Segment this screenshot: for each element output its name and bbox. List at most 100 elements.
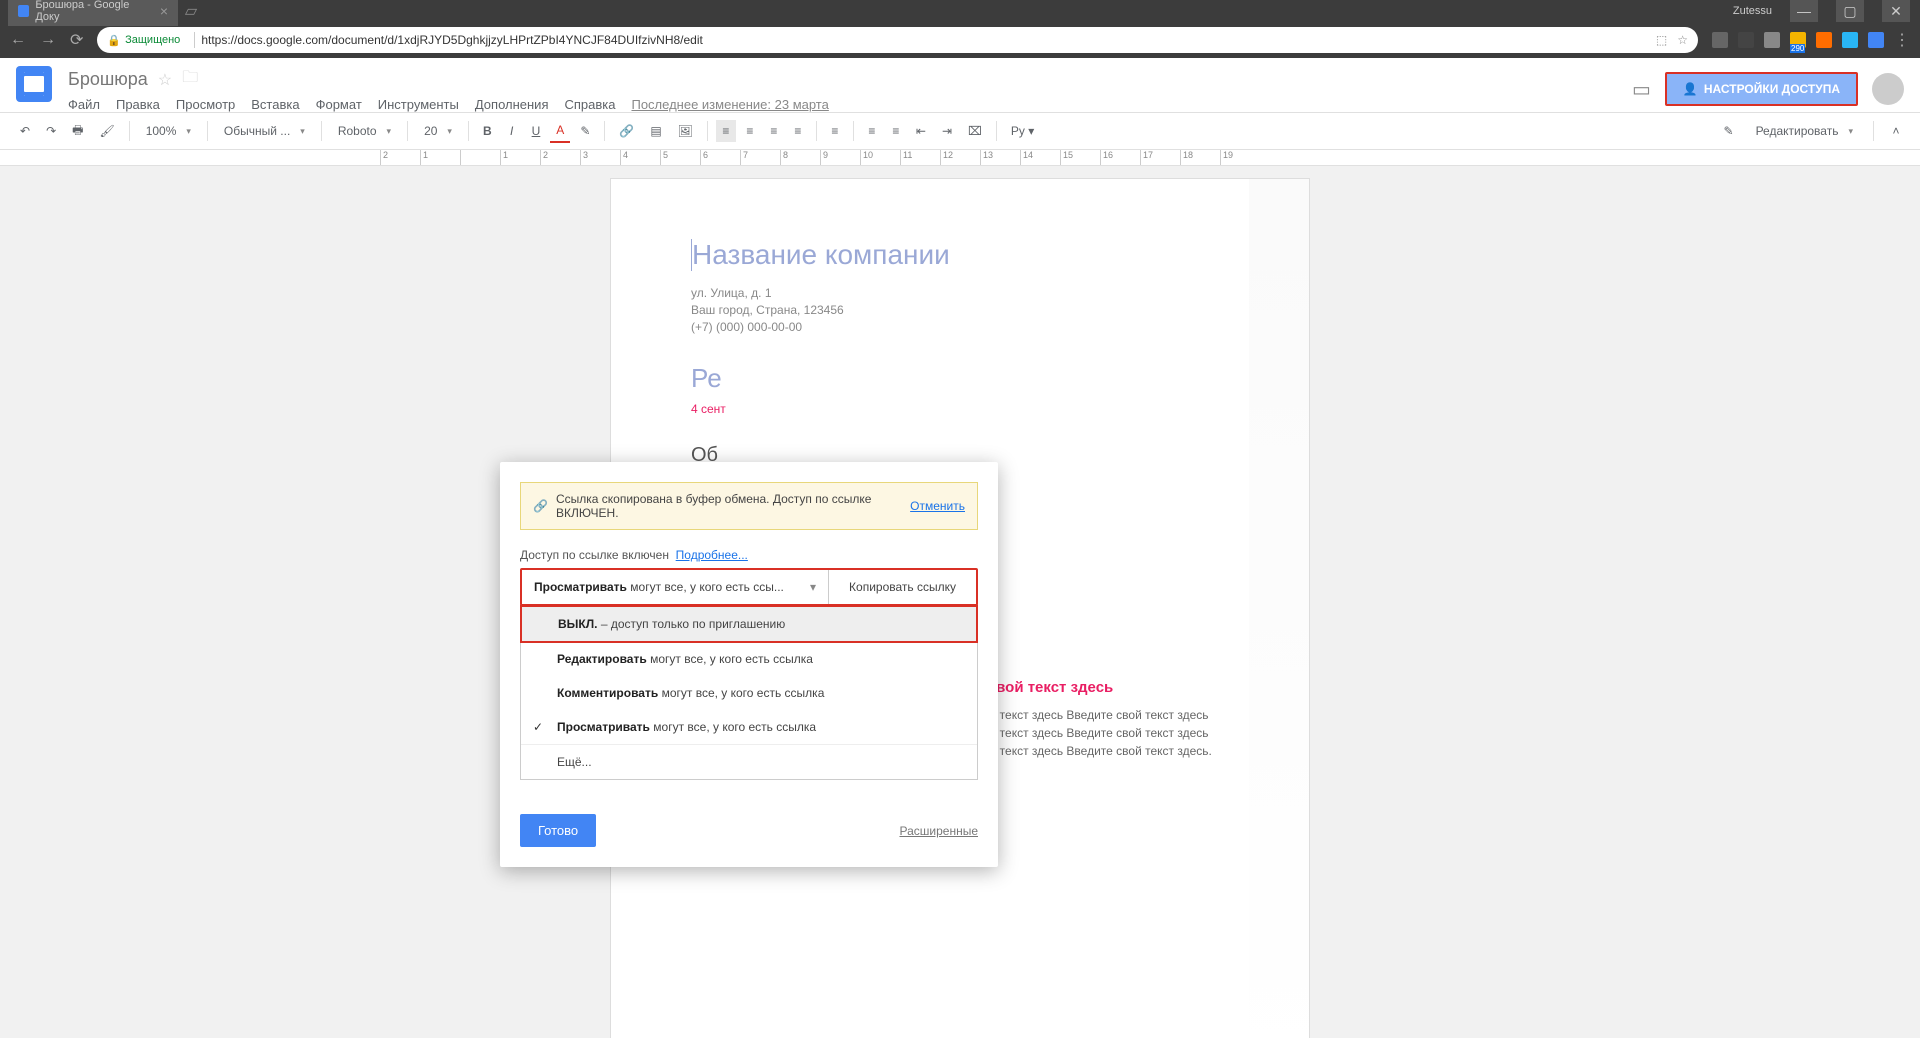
ext-rss-icon[interactable] — [1816, 32, 1832, 48]
collapse-toolbar-icon[interactable]: ˄ — [1886, 120, 1906, 142]
input-tools-icon[interactable]: Ру ▾ — [1005, 120, 1040, 142]
share-modal: 🔗 Ссылка скопирована в буфер обмена. Дос… — [500, 462, 998, 867]
option-off[interactable]: ВЫКЛ. – доступ только по приглашению — [520, 605, 978, 643]
undo-link[interactable]: Отменить — [910, 499, 965, 513]
text-color-icon[interactable]: A — [550, 119, 570, 143]
numbered-list-icon[interactable]: ≡ — [862, 120, 882, 142]
tab-bar: Брошюра - Google Доку × ▱ Zutessu — ▢ ✕ — [0, 0, 1920, 22]
last-edit-label[interactable]: Последнее изменение: 23 марта — [631, 97, 828, 112]
extension-icons: 290 ⋮ — [1712, 30, 1910, 50]
document-canvas[interactable]: 2112345678910111213141516171819 Название… — [0, 150, 1920, 1038]
move-folder-icon[interactable]: 🗀 — [182, 66, 198, 93]
align-justify-icon[interactable]: ≡ — [788, 120, 808, 142]
ext-icon-1[interactable] — [1712, 32, 1728, 48]
bookmark-star-icon[interactable]: ☆ — [1677, 33, 1688, 47]
decrease-indent-icon[interactable]: ⇤ — [910, 120, 932, 142]
underline-icon[interactable]: U — [526, 120, 547, 142]
option-comment[interactable]: Комментировать могут все, у кого есть сс… — [521, 676, 977, 710]
font-select[interactable]: Roboto — [330, 120, 399, 142]
ext-icon-3[interactable] — [1764, 32, 1780, 48]
style-select[interactable]: Обычный ... — [216, 120, 313, 142]
browser-chrome: Брошюра - Google Доку × ▱ Zutessu — ▢ ✕ … — [0, 0, 1920, 58]
account-avatar[interactable] — [1872, 73, 1904, 105]
access-level-select[interactable]: Просматривать могут все, у кого есть ссы… — [522, 570, 829, 604]
browser-menu-icon[interactable]: ⋮ — [1894, 30, 1910, 50]
link-status-row: Доступ по ссылке включен Подробнее... — [520, 548, 978, 562]
menu-format[interactable]: Формат — [316, 97, 362, 112]
done-button[interactable]: Готово — [520, 814, 596, 847]
menu-file[interactable]: Файл — [68, 97, 100, 112]
url-text: https://docs.google.com/document/d/1xdjR… — [201, 33, 703, 47]
back-icon[interactable]: ← — [10, 31, 26, 49]
browser-tab[interactable]: Брошюра - Google Доку × — [8, 0, 178, 26]
address-bar: ← → ⟳ 🔒 Защищено https://docs.google.com… — [0, 22, 1920, 58]
learn-more-link[interactable]: Подробнее... — [676, 548, 748, 562]
tab-title: Брошюра - Google Доку — [35, 0, 149, 23]
docs-logo-icon[interactable] — [16, 66, 52, 102]
notice-text: Ссылка скопирована в буфер обмена. Досту… — [556, 492, 898, 520]
ext-icon-6[interactable] — [1868, 32, 1884, 48]
font-size-select[interactable]: 20 — [416, 120, 460, 142]
redo-icon[interactable]: ↷ — [40, 120, 62, 142]
tab-favicon — [18, 5, 29, 17]
insert-image-icon[interactable]: 🖼 — [672, 120, 699, 142]
align-center-icon[interactable]: ≡ — [740, 120, 760, 142]
url-input[interactable]: 🔒 Защищено https://docs.google.com/docum… — [97, 27, 1698, 53]
comments-icon[interactable]: ▭ — [1632, 77, 1651, 102]
copy-link-button[interactable]: Копировать ссылку — [829, 570, 976, 604]
document-title[interactable]: Брошюра — [68, 69, 148, 90]
zoom-select[interactable]: 100% — [138, 120, 199, 142]
tab-close-icon[interactable]: × — [160, 3, 168, 19]
window-minimize-icon[interactable]: — — [1790, 0, 1818, 22]
ext-icon-5[interactable] — [1842, 32, 1858, 48]
omnibox-icon[interactable]: ⬚ — [1656, 33, 1667, 47]
link-icon: 🔗 — [533, 499, 548, 513]
option-more[interactable]: Ещё... — [521, 745, 977, 779]
formatting-toolbar: ↶ ↷ 🖶 🖌 100% Обычный ... Roboto 20 B I U… — [0, 112, 1920, 150]
copy-notice: 🔗 Ссылка скопирована в буфер обмена. Дос… — [520, 482, 978, 530]
ext-icon-4[interactable]: 290 — [1790, 32, 1806, 48]
access-level-dropdown: ВЫКЛ. – доступ только по приглашению Ред… — [520, 605, 978, 780]
menu-edit[interactable]: Правка — [116, 97, 160, 112]
bulleted-list-icon[interactable]: ≡ — [886, 120, 906, 142]
reload-icon[interactable]: ⟳ — [70, 30, 83, 50]
new-tab-button[interactable]: ▱ — [182, 2, 200, 20]
person-add-icon: 👤 — [1683, 82, 1698, 96]
clear-format-icon[interactable]: ⌧ — [962, 120, 988, 142]
editing-mode-select[interactable]: Редактировать — [1748, 120, 1861, 142]
ext-icon-2[interactable] — [1738, 32, 1754, 48]
italic-icon[interactable]: I — [502, 120, 522, 142]
modal-overlay: 🔗 Ссылка скопирована в буфер обмена. Дос… — [0, 150, 1920, 1038]
link-access-controls: Просматривать могут все, у кого есть ссы… — [520, 568, 978, 606]
window-close-icon[interactable]: ✕ — [1882, 0, 1910, 22]
browser-profile-label[interactable]: Zutessu — [1733, 5, 1772, 17]
bold-icon[interactable]: B — [477, 120, 498, 142]
option-view[interactable]: ✓ Просматривать могут все, у кого есть с… — [521, 710, 977, 744]
increase-indent-icon[interactable]: ⇥ — [936, 120, 958, 142]
advanced-link[interactable]: Расширенные — [899, 824, 978, 838]
menu-insert[interactable]: Вставка — [251, 97, 299, 112]
insert-link-icon[interactable]: 🔗 — [613, 120, 640, 142]
editing-mode-icon[interactable]: ✎ — [1718, 120, 1740, 142]
undo-icon[interactable]: ↶ — [14, 120, 36, 142]
line-spacing-icon[interactable]: ≡ — [825, 120, 845, 142]
star-icon[interactable]: ☆ — [158, 70, 172, 90]
menu-bar: Файл Правка Просмотр Вставка Формат Инст… — [68, 97, 1632, 112]
print-icon[interactable]: 🖶 — [66, 117, 89, 146]
option-edit[interactable]: Редактировать могут все, у кого есть ссы… — [521, 642, 977, 676]
share-button[interactable]: 👤 НАСТРОЙКИ ДОСТУПА — [1665, 72, 1858, 106]
insert-comment-icon[interactable]: ▤ — [644, 120, 667, 142]
link-status-label: Доступ по ссылке включен — [520, 548, 669, 562]
window-maximize-icon[interactable]: ▢ — [1836, 0, 1864, 22]
menu-tools[interactable]: Инструменты — [378, 97, 459, 112]
highlight-icon[interactable]: ✎ — [574, 120, 596, 142]
align-left-icon[interactable]: ≡ — [716, 120, 736, 142]
menu-help[interactable]: Справка — [564, 97, 615, 112]
menu-view[interactable]: Просмотр — [176, 97, 235, 112]
paint-format-icon[interactable]: 🖌 — [93, 120, 120, 142]
menu-addons[interactable]: Дополнения — [475, 97, 549, 112]
align-right-icon[interactable]: ≡ — [764, 120, 784, 142]
forward-icon[interactable]: → — [40, 31, 56, 49]
modal-footer: Готово Расширенные — [520, 814, 978, 847]
chevron-down-icon: ▾ — [810, 580, 816, 594]
